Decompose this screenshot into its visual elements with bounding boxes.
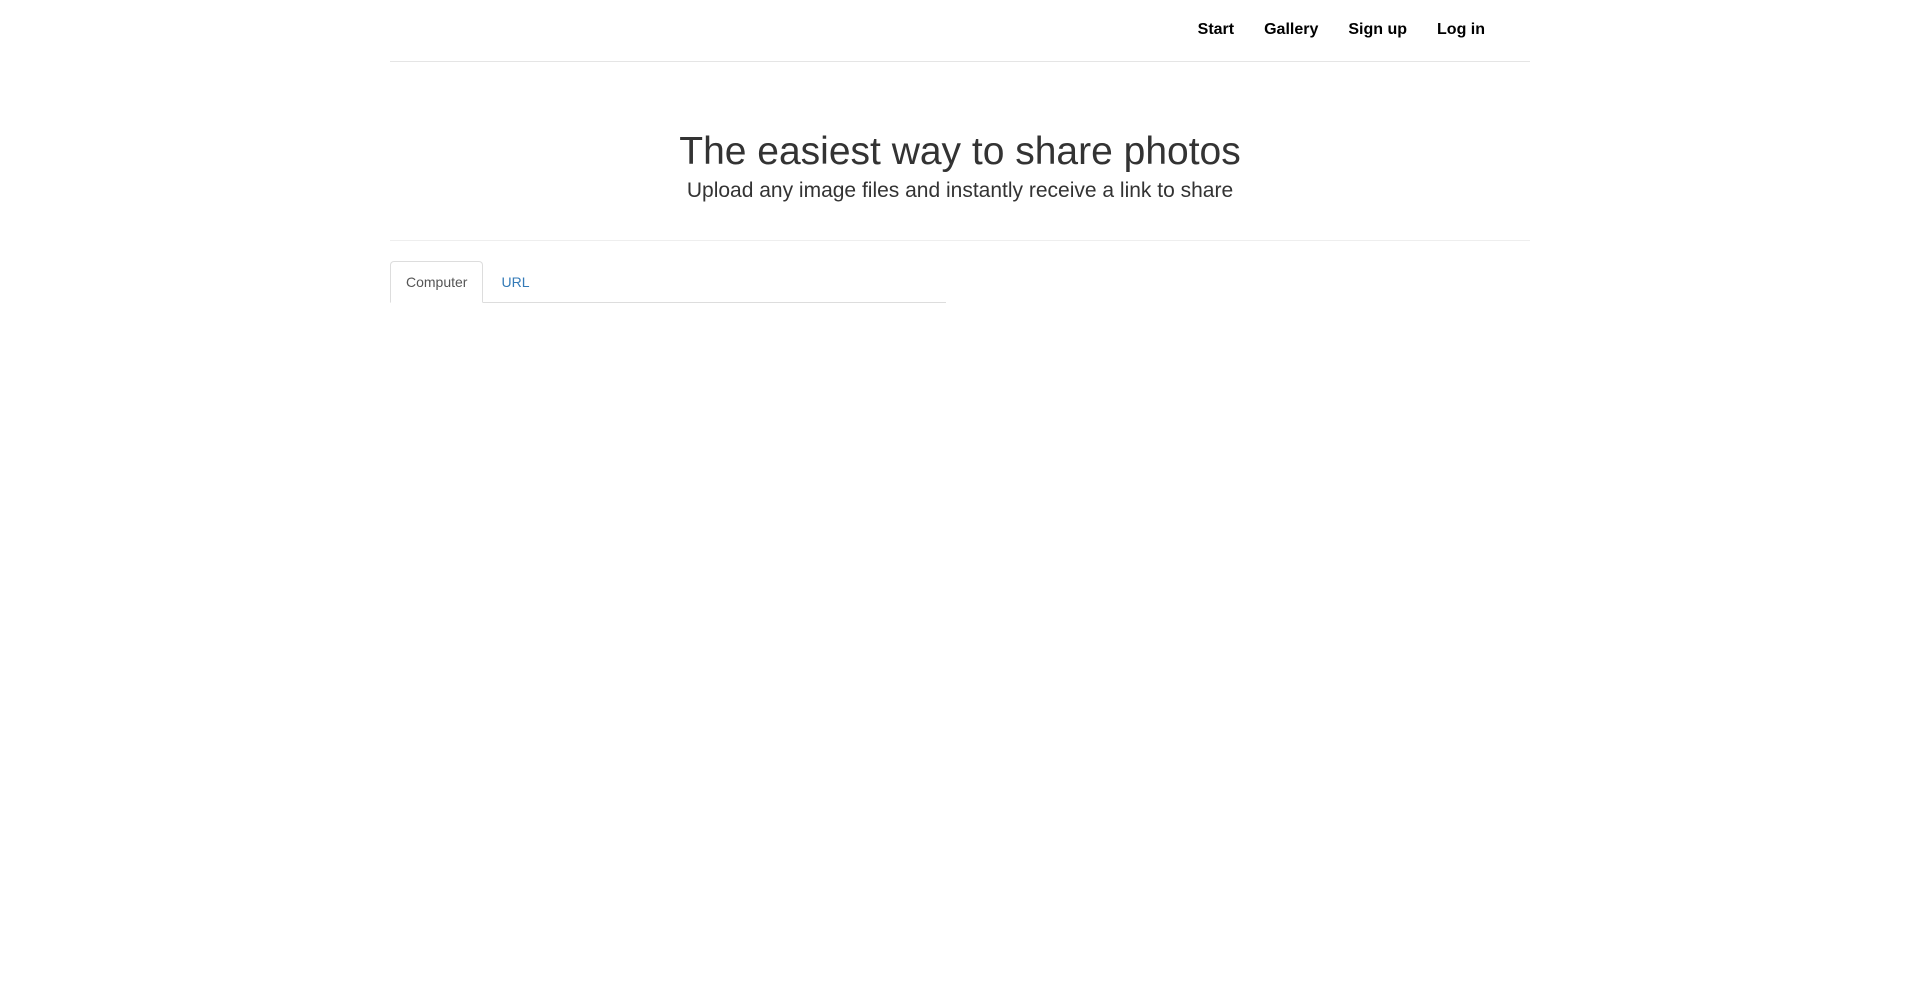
top-navbar: Start Gallery Sign up Log in — [390, 0, 1530, 62]
nav-login-link[interactable]: Log in — [1422, 20, 1500, 40]
nav-start-link[interactable]: Start — [1183, 20, 1249, 40]
upload-source-tabs: Computer URL — [390, 261, 946, 303]
page-subtitle: Upload any image files and instantly rec… — [686, 179, 1234, 202]
page-title: The easiest way to share photos — [679, 130, 1241, 173]
tab-url[interactable]: URL — [485, 261, 545, 303]
tab-list: Computer URL — [390, 261, 946, 303]
nav-signup-link[interactable]: Sign up — [1333, 20, 1422, 40]
hero-section: The easiest way to share photos Upload a… — [390, 62, 1530, 241]
page-container: Start Gallery Sign up Log in The easiest… — [390, 0, 1530, 303]
main-nav: Start Gallery Sign up Log in — [1183, 0, 1500, 61]
tab-computer[interactable]: Computer — [390, 261, 484, 303]
nav-gallery-link[interactable]: Gallery — [1249, 20, 1333, 40]
